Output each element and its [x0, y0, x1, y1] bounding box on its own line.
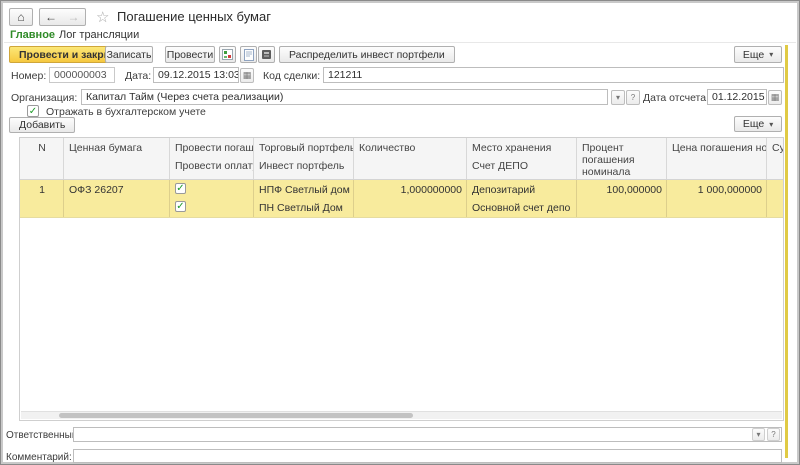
pay-checkbox[interactable]: ✓	[175, 201, 186, 212]
forward-button[interactable]: →	[62, 8, 86, 26]
responsible-field[interactable]	[73, 427, 782, 442]
cell-n: 1	[20, 180, 64, 217]
cell-portfolio[interactable]: НПФ Светлый дом ПН Светлый Дом	[254, 180, 354, 217]
back-button[interactable]: ←	[39, 8, 63, 26]
cell-sum[interactable]	[767, 180, 783, 217]
securities-table: N Ценная бумага Провести погашение Прове…	[19, 137, 784, 421]
organization-open-button[interactable]: ?	[626, 90, 640, 105]
forward-icon: →	[68, 10, 80, 24]
cell-redemption-price[interactable]: 1 000,000000	[667, 180, 767, 217]
home-button[interactable]: ⌂	[9, 8, 33, 26]
form-accent-strip	[785, 45, 788, 458]
reflect-accounting-checkbox[interactable]: ✓	[27, 105, 39, 117]
col-header-portfolio[interactable]: Торговый портфель Инвест портфель	[254, 138, 354, 179]
form-more-label: Еще	[743, 49, 764, 61]
col-header-sum[interactable]: Су	[767, 138, 783, 179]
start-date-label: Дата отсчета:	[643, 92, 709, 104]
page-title: Погашение ценных бумаг	[117, 9, 271, 24]
organization-field[interactable]: Капитал Тайм (Через счета реализации)	[81, 89, 608, 105]
organization-dropdown-button[interactable]: ▾	[611, 90, 625, 105]
post-results-button[interactable]	[219, 46, 236, 63]
date-label: Дата:	[125, 70, 151, 82]
date-calendar-button[interactable]: ▦	[240, 68, 254, 83]
post-button[interactable]: Провести	[165, 46, 215, 63]
write-button[interactable]: Записать	[105, 46, 153, 63]
col-header-storage[interactable]: Место хранения Счет ДЕПО	[467, 138, 577, 179]
distribute-portfolios-button[interactable]: Распределить инвест портфели	[279, 46, 455, 63]
home-icon: ⌂	[17, 10, 24, 24]
table-more-label: Еще	[743, 118, 764, 130]
calendar-icon: ▦	[771, 92, 780, 103]
comment-field[interactable]	[73, 449, 782, 463]
check-icon: ✓	[176, 183, 184, 194]
related-documents-button[interactable]	[258, 46, 275, 63]
responsible-open-button[interactable]: ?	[767, 428, 780, 441]
related-documents-icon	[261, 49, 272, 60]
table-header-row: N Ценная бумага Провести погашение Прове…	[20, 138, 783, 180]
cell-storage[interactable]: Депозитарий Основной счет депо	[467, 180, 577, 217]
document-form-window: ⌂ ← → ☆ Погашение ценных бумаг Главное Л…	[0, 0, 800, 465]
tab-main[interactable]: Главное	[10, 29, 55, 41]
number-field[interactable]: 000000003	[49, 67, 115, 83]
add-row-button[interactable]: Добавить	[9, 117, 75, 133]
number-label: Номер:	[11, 70, 46, 82]
form-more-button[interactable]: Еще ▾	[734, 46, 782, 63]
favorite-star-icon[interactable]: ☆	[96, 8, 109, 26]
check-icon: ✓	[176, 201, 184, 212]
deal-code-label: Код сделки:	[263, 70, 320, 82]
open-icon: ?	[631, 93, 635, 102]
back-icon: ←	[45, 10, 57, 24]
calendar-icon: ▦	[243, 70, 252, 81]
open-icon: ?	[771, 430, 775, 439]
cell-security[interactable]: ОФЗ 26207	[64, 180, 170, 217]
cell-redemption-percent[interactable]: 100,000000	[577, 180, 667, 217]
document-register-button[interactable]	[240, 46, 257, 63]
col-header-redemption-price[interactable]: Цена погашения номинала	[667, 138, 767, 179]
redeem-checkbox[interactable]: ✓	[175, 183, 186, 194]
table-row[interactable]: 1 ОФЗ 26207 ✓ ✓ НПФ Светлый дом ПН Светл…	[20, 180, 783, 218]
check-icon: ✓	[29, 106, 37, 117]
col-header-security[interactable]: Ценная бумага	[64, 138, 170, 179]
col-header-redeem-pay[interactable]: Провести погашение Провести оплату	[170, 138, 254, 179]
deal-code-field[interactable]: 121211	[323, 67, 784, 83]
cell-quantity[interactable]: 1,000000000	[354, 180, 467, 217]
col-header-redemption-percent[interactable]: Процент погашения номинала	[577, 138, 667, 179]
chevron-down-icon: ▾	[769, 120, 773, 129]
col-header-n[interactable]: N	[20, 138, 64, 179]
start-date-calendar-button[interactable]: ▦	[768, 90, 782, 105]
cell-redeem-pay: ✓ ✓	[170, 180, 254, 217]
horizontal-scrollbar-thumb[interactable]	[59, 413, 413, 418]
date-field[interactable]: 09.12.2015 13:03:53	[153, 67, 239, 83]
tab-translation-log[interactable]: Лог трансляции	[59, 29, 139, 41]
tabs-separator	[4, 42, 796, 43]
dt-kt-icon	[222, 49, 233, 60]
comment-label: Комментарий:	[6, 452, 72, 463]
document-icon	[244, 49, 254, 61]
chevron-down-icon: ▾	[616, 93, 620, 102]
horizontal-scrollbar[interactable]	[21, 411, 782, 419]
chevron-down-icon: ▾	[756, 430, 760, 439]
responsible-dropdown-button[interactable]: ▾	[752, 428, 765, 441]
responsible-label: Ответственный:	[6, 430, 80, 441]
organization-label: Организация:	[11, 92, 77, 104]
chevron-down-icon: ▾	[769, 50, 773, 59]
table-more-button[interactable]: Еще ▾	[734, 116, 782, 132]
start-date-field[interactable]: 01.12.2015	[707, 89, 767, 105]
col-header-quantity[interactable]: Количество	[354, 138, 467, 179]
